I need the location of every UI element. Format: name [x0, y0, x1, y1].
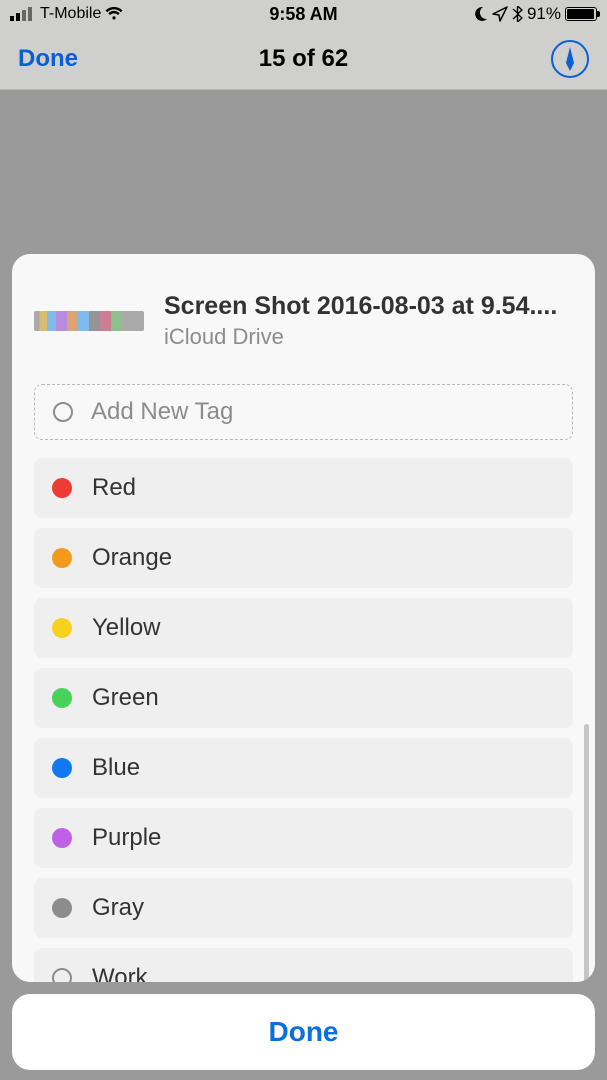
- file-header: Screen Shot 2016-08-03 at 9.54.... iClou…: [12, 282, 595, 384]
- tag-sheet: Screen Shot 2016-08-03 at 9.54.... iClou…: [12, 254, 595, 982]
- tag-label: Purple: [92, 824, 161, 852]
- bluetooth-icon: [512, 6, 523, 22]
- tag-dot-icon: [52, 758, 72, 778]
- tag-row-purple[interactable]: Purple: [34, 808, 573, 868]
- battery-percentage: 91%: [527, 4, 561, 24]
- tag-label: Red: [92, 474, 136, 502]
- tag-label: Yellow: [92, 614, 161, 642]
- wifi-icon: [105, 7, 123, 21]
- do-not-disturb-icon: [472, 6, 488, 22]
- tag-list: Red Orange Yellow Green Blue Purple Gray: [12, 458, 595, 982]
- markup-button[interactable]: [551, 40, 589, 78]
- tag-label: Gray: [92, 894, 144, 922]
- tag-dot-icon: [52, 828, 72, 848]
- tag-row-orange[interactable]: Orange: [34, 528, 573, 588]
- tag-dot-icon: [52, 688, 72, 708]
- nav-bar: Done 15 of 62: [0, 28, 607, 90]
- tag-label: Green: [92, 684, 159, 712]
- tag-dot-icon: [52, 898, 72, 918]
- tag-row-green[interactable]: Green: [34, 668, 573, 728]
- add-tag-circle-icon: [53, 402, 73, 422]
- tag-dot-icon: [52, 478, 72, 498]
- file-name: Screen Shot 2016-08-03 at 9.54....: [164, 292, 573, 321]
- location-icon: [492, 6, 508, 22]
- sheet-done-label: Done: [269, 1016, 339, 1048]
- nav-done-button[interactable]: Done: [18, 45, 78, 73]
- add-tag-placeholder: Add New Tag: [91, 398, 233, 426]
- tag-row-gray[interactable]: Gray: [34, 878, 573, 938]
- tag-row-red[interactable]: Red: [34, 458, 573, 518]
- status-right-cluster: 91%: [472, 4, 597, 24]
- tag-dot-icon: [52, 968, 72, 982]
- tag-row-yellow[interactable]: Yellow: [34, 598, 573, 658]
- tag-dot-icon: [52, 548, 72, 568]
- tag-row-work[interactable]: Work: [34, 948, 573, 982]
- file-thumbnail: [34, 311, 144, 331]
- file-location: iCloud Drive: [164, 324, 573, 350]
- tag-label: Blue: [92, 754, 140, 782]
- scroll-indicator: [584, 724, 589, 982]
- pen-icon: [560, 47, 580, 71]
- cell-signal-icon: [10, 7, 32, 21]
- tag-label: Work: [92, 964, 148, 982]
- carrier-label: T-Mobile: [40, 5, 101, 23]
- tag-dot-icon: [52, 618, 72, 638]
- tag-row-blue[interactable]: Blue: [34, 738, 573, 798]
- status-bar: T-Mobile 9:58 AM 91%: [0, 0, 607, 28]
- add-new-tag-row[interactable]: Add New Tag: [34, 384, 573, 440]
- status-left-cluster: T-Mobile: [10, 5, 123, 23]
- status-time: 9:58 AM: [269, 4, 337, 25]
- sheet-done-button[interactable]: Done: [12, 994, 595, 1070]
- tag-label: Orange: [92, 544, 172, 572]
- battery-icon: [565, 7, 597, 21]
- nav-title: 15 of 62: [259, 45, 348, 73]
